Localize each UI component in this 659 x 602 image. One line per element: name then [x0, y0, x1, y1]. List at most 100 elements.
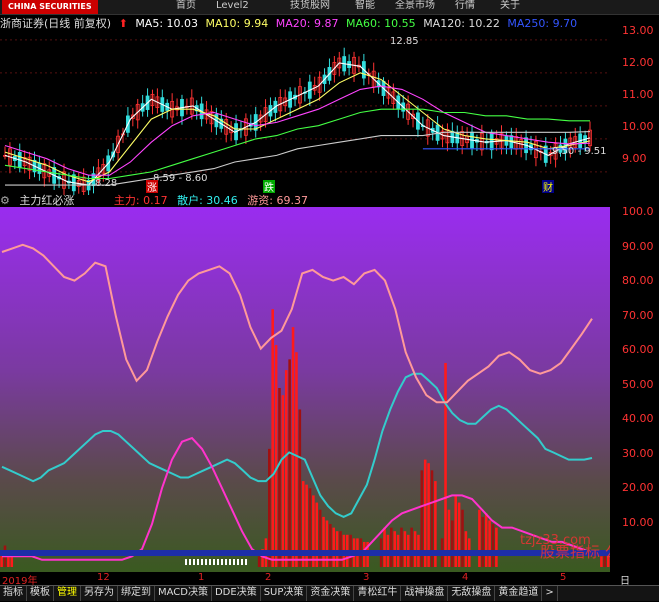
- baseline-tick: [229, 559, 231, 565]
- menu-stock-network[interactable]: 技货股网: [290, 0, 330, 12]
- baseline-tick: [241, 559, 243, 565]
- ma-line-ma5: [4, 62, 591, 186]
- tab-indicator[interactable]: 指标: [0, 586, 27, 601]
- ind-ytick-40: 40.00: [622, 412, 654, 425]
- fortune-marker: 财: [543, 181, 553, 194]
- menu-quotes[interactable]: 行情: [455, 0, 475, 12]
- indicator-info-bar: ⚙ 主力红必涨 主力: 0.17 散户: 30.46 游资: 69.37: [0, 194, 610, 208]
- ma60-label: MA60: 10.55: [345, 17, 416, 30]
- xtick-3: 3: [363, 572, 370, 583]
- tab-dde[interactable]: DDE决策: [212, 586, 261, 601]
- ind-ytick-90: 90.00: [622, 240, 654, 253]
- price-chart[interactable]: 12.85 8.28 8.59 - 8.60 9.50 - 9.51 涨 跌 财: [0, 30, 610, 195]
- xtick-2: 2: [265, 572, 272, 583]
- ytick-9: 9.00: [622, 152, 647, 165]
- main-force-bar: [281, 395, 285, 567]
- recent-range-label: 9.50 - 9.51: [552, 146, 607, 157]
- ytick-12: 12.00: [622, 56, 654, 69]
- main-force-label: 主力: 0.17: [113, 194, 168, 207]
- main-force-bar: [10, 556, 14, 567]
- bottom-tab-bar: 指标 模板 管理 另存为 绑定到 MACD决策 DDE决策 SUP决策 资金决策…: [0, 585, 659, 601]
- ma20-label: MA20: 9.87: [275, 17, 339, 30]
- menu-smart[interactable]: 智能: [355, 0, 375, 12]
- main-force-bar: [495, 527, 498, 567]
- baseline-tick: [221, 559, 223, 565]
- baseline-tick: [193, 559, 195, 565]
- high-price-label: 12.85: [390, 36, 419, 47]
- main-force-bar: [278, 388, 281, 567]
- baseline-tick: [217, 559, 219, 565]
- main-force-bar: [295, 352, 298, 567]
- tab-more[interactable]: >: [542, 586, 558, 601]
- tab-manage[interactable]: 管理: [54, 586, 81, 601]
- main-force-bar: [491, 524, 495, 567]
- ma10-label: MA10: 9.94: [205, 17, 269, 30]
- indicator-name[interactable]: 主力红必涨: [19, 194, 74, 207]
- tab-capital[interactable]: 资金决策: [307, 586, 355, 601]
- menu-level2[interactable]: Level2: [216, 0, 249, 12]
- baseline-tick: [201, 559, 203, 565]
- rise-marker: 涨: [147, 182, 157, 194]
- main-force-bar: [400, 527, 403, 567]
- ytick-11: 11.00: [622, 88, 654, 101]
- up-arrow-icon: ⬆: [118, 17, 128, 30]
- main-force-bar: [312, 495, 315, 567]
- main-force-bar: [481, 516, 485, 567]
- main-force-bar: [284, 370, 288, 567]
- indicator-y-axis: 100.0 90.00 80.00 70.00 60.00 50.00 40.0…: [612, 205, 659, 572]
- ma-line-ma10: [4, 72, 591, 183]
- tab-bind-to[interactable]: 绑定到: [118, 586, 155, 601]
- ind-ytick-60: 60.00: [622, 343, 654, 356]
- menu-about[interactable]: 关于: [500, 0, 520, 12]
- tab-qingsong[interactable]: 青松红牛: [354, 586, 402, 601]
- main-force-bar: [484, 513, 488, 567]
- main-force-bar: [339, 531, 342, 567]
- tab-zhanshen[interactable]: 战神操盘: [401, 586, 449, 601]
- xtick-5: 5: [560, 572, 567, 583]
- tab-template[interactable]: 模板: [27, 586, 54, 601]
- main-force-bar: [451, 520, 454, 567]
- baseline-tick: [205, 559, 207, 565]
- baseline-tick: [233, 559, 235, 565]
- tab-wudi[interactable]: 无敌操盘: [448, 586, 496, 601]
- main-force-bar: [464, 531, 468, 567]
- ind-ytick-10: 10.00: [622, 516, 654, 529]
- menu-market[interactable]: 全景市场: [395, 0, 435, 12]
- main-force-bar: [393, 531, 396, 567]
- main-force-bar: [410, 527, 413, 567]
- fall-marker: 跌: [264, 181, 274, 194]
- retail-label: 散户: 30.46: [177, 194, 238, 207]
- baseline-tick: [245, 559, 247, 565]
- baseline-tick: [225, 559, 227, 565]
- gear-icon[interactable]: ⚙: [0, 194, 10, 207]
- tab-save-as[interactable]: 另存为: [81, 586, 118, 601]
- main-force-bar: [268, 448, 271, 567]
- ma250-label: MA250: 9.70: [507, 17, 578, 30]
- main-force-bar: [413, 531, 417, 567]
- ind-ytick-70: 70.00: [622, 309, 654, 322]
- ind-ytick-30: 30.00: [622, 447, 654, 460]
- main-force-bar: [274, 345, 278, 567]
- tab-sup[interactable]: SUP决策: [261, 586, 308, 601]
- main-force-bar: [271, 309, 274, 567]
- ind-ytick-20: 20.00: [622, 481, 654, 494]
- indicator-chart[interactable]: 股票指标 公式 tzjz33.com: [0, 207, 610, 572]
- hot-money-label: 游资: 69.37: [247, 194, 308, 207]
- ytick-13: 13.00: [622, 24, 654, 37]
- main-force-bar: [298, 409, 302, 567]
- tab-macd[interactable]: MACD决策: [155, 586, 212, 601]
- xtick-12: 12: [97, 572, 110, 583]
- ma-line-ma60: [4, 108, 590, 180]
- watermark-site: tzjz33.com: [520, 533, 591, 548]
- main-force-bar: [315, 502, 319, 567]
- tab-gold[interactable]: 黄金趋道: [495, 586, 543, 601]
- menu-home[interactable]: 首页: [176, 0, 196, 12]
- main-force-bar: [447, 509, 451, 567]
- main-force-bar: [335, 531, 339, 567]
- main-force-bar: [461, 509, 464, 567]
- broker-logo: CHINA SECURITIES: [2, 0, 98, 14]
- low-price-label: 8.28: [95, 178, 117, 189]
- main-force-bar: [257, 556, 261, 567]
- baseline-tick: [213, 559, 215, 565]
- ind-ytick-50: 50.00: [622, 378, 654, 391]
